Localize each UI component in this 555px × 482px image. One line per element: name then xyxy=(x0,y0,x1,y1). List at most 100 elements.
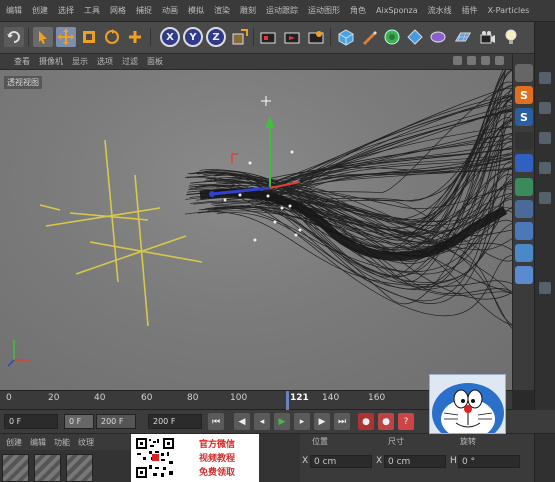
record-keys-icon[interactable]: ● xyxy=(358,413,374,430)
live-select-icon[interactable] xyxy=(33,27,53,47)
next-frame-icon[interactable]: ▸ xyxy=(294,413,310,430)
menu-x-particles[interactable]: X-Particles xyxy=(488,6,530,15)
palette-spline-s2-icon[interactable]: S xyxy=(515,108,533,126)
guide-splines xyxy=(39,139,203,327)
menu-snap[interactable]: 捕捉 xyxy=(136,5,152,16)
viewport-menu-cameras[interactable]: 摄像机 xyxy=(39,56,63,67)
material-thumbnail[interactable] xyxy=(66,454,93,482)
zoom-icon[interactable] xyxy=(481,56,490,65)
world-axis-indicator xyxy=(7,340,30,367)
viewport-menu-bar: 查看 摄像机 显示 选项 过滤 面板 xyxy=(0,54,512,70)
floor-object-icon[interactable] xyxy=(452,27,474,47)
tab-create[interactable]: 创建 xyxy=(6,437,22,448)
prev-frame-icon[interactable]: ◂ xyxy=(254,413,270,430)
rotate-tool-icon[interactable] xyxy=(102,27,122,47)
doraemon-overlay xyxy=(429,374,506,434)
palette-grid-icon[interactable] xyxy=(515,64,533,82)
tab-function[interactable]: 功能 xyxy=(54,437,70,448)
size-x-field[interactable]: 0 cm xyxy=(384,455,446,468)
side-icon-5[interactable] xyxy=(539,192,551,204)
menu-animate[interactable]: 动画 xyxy=(162,5,178,16)
render-picture-viewer-icon[interactable] xyxy=(282,27,302,47)
menu-create[interactable]: 创建 xyxy=(32,5,48,16)
menu-select[interactable]: 选择 xyxy=(58,5,74,16)
menu-render[interactable]: 渲染 xyxy=(214,5,230,16)
orbit-icon[interactable] xyxy=(467,56,476,65)
palette-hair-icon[interactable] xyxy=(515,154,533,172)
end-frame-field[interactable]: 200 F xyxy=(148,414,202,429)
prev-key-icon[interactable]: ◀ xyxy=(234,413,250,430)
scale-tool-icon[interactable] xyxy=(79,27,99,47)
go-to-end-icon[interactable]: ⏭ xyxy=(334,413,350,430)
palette-camera-icon[interactable] xyxy=(515,132,533,150)
menu-pipeline[interactable]: 流水线 xyxy=(428,5,452,16)
undo-icon[interactable] xyxy=(4,27,24,47)
move-tool-icon[interactable] xyxy=(56,27,76,47)
menu-mograph[interactable]: 运动图形 xyxy=(308,5,340,16)
palette-curl-icon[interactable] xyxy=(515,266,533,284)
rot-h-field[interactable]: 0 ° xyxy=(458,455,520,468)
subdivision-surface-icon[interactable] xyxy=(382,27,402,47)
menu-mesh[interactable]: 网格 xyxy=(110,5,126,16)
pan-icon[interactable] xyxy=(453,56,462,65)
maximize-icon[interactable] xyxy=(495,56,504,65)
side-icon-3[interactable] xyxy=(539,132,551,144)
side-icon-6[interactable] xyxy=(539,282,551,294)
side-icon-2[interactable] xyxy=(539,102,551,114)
menu-motion-tracking[interactable]: 运动跟踪 xyxy=(266,5,298,16)
add-tool-icon[interactable] xyxy=(125,27,145,47)
playhead-marker[interactable] xyxy=(286,391,289,411)
side-icon-1[interactable] xyxy=(539,72,551,84)
palette-brush-icon[interactable] xyxy=(515,200,533,218)
coordinate-system-icon[interactable] xyxy=(230,27,250,47)
light-icon[interactable] xyxy=(501,27,521,47)
auto-key-icon[interactable]: ● xyxy=(378,413,394,430)
viewport-menu-options[interactable]: 选项 xyxy=(97,56,113,67)
go-to-start-icon[interactable]: ⏮ xyxy=(208,413,224,430)
viewport-menu-display[interactable]: 显示 xyxy=(72,56,88,67)
pos-x-field[interactable]: 0 cm xyxy=(310,455,372,468)
viewport-menu-view[interactable]: 查看 xyxy=(14,56,30,67)
menu-character[interactable]: 角色 xyxy=(350,5,366,16)
material-thumbnail[interactable] xyxy=(34,454,61,482)
array-object-icon[interactable] xyxy=(405,27,425,47)
size-x-label: X xyxy=(376,456,383,466)
promo-line-3: 免费领取 xyxy=(199,468,236,478)
palette-cut-icon[interactable] xyxy=(515,244,533,262)
deformer-icon[interactable] xyxy=(428,27,448,47)
coordinates-manager: 位置 尺寸 旋转 X 0 cm X 0 cm H 0 ° xyxy=(300,434,534,482)
menu-edit[interactable]: 编辑 xyxy=(6,5,22,16)
viewport-menu-panel[interactable]: 面板 xyxy=(147,56,163,67)
pen-spline-icon[interactable] xyxy=(359,27,379,47)
range-start-slider[interactable]: 0 F xyxy=(64,414,94,429)
render-view-icon[interactable] xyxy=(258,27,278,47)
keyframe-selection-icon[interactable]: ? xyxy=(398,413,414,430)
material-thumbnail[interactable] xyxy=(2,454,29,482)
tab-edit[interactable]: 编辑 xyxy=(30,437,46,448)
menu-aixsponza[interactable]: AixSponza xyxy=(376,6,418,15)
z-axis-button[interactable]: Z xyxy=(206,27,226,47)
menu-simulate[interactable]: 模拟 xyxy=(188,5,204,16)
palette-guide-icon[interactable] xyxy=(515,178,533,196)
current-frame-readout: 121 xyxy=(290,393,309,403)
render-settings-icon[interactable] xyxy=(306,27,326,47)
menu-plugins[interactable]: 插件 xyxy=(462,5,478,16)
tab-texture[interactable]: 纹理 xyxy=(78,437,94,448)
palette-comb-icon[interactable] xyxy=(515,222,533,240)
current-frame-field[interactable]: 0 F xyxy=(4,414,58,429)
y-axis-button[interactable]: Y xyxy=(183,27,203,47)
perspective-viewport[interactable]: 透视视图 xyxy=(0,70,512,390)
palette-spline-s-icon[interactable]: S xyxy=(515,86,533,104)
range-end-slider[interactable]: 200 F xyxy=(96,414,136,429)
tick-label: 20 xyxy=(48,393,60,403)
menu-tools[interactable]: 工具 xyxy=(84,5,100,16)
x-axis-button[interactable]: X xyxy=(160,27,180,47)
viewport-menu-filter[interactable]: 过滤 xyxy=(122,56,138,67)
camera-icon[interactable] xyxy=(478,27,498,47)
cube-object-icon[interactable] xyxy=(336,27,356,47)
right-tool-palette: S S xyxy=(512,54,534,390)
play-icon[interactable]: ▶ xyxy=(274,413,290,430)
side-icon-4[interactable] xyxy=(539,162,551,174)
menu-sculpt[interactable]: 雕刻 xyxy=(240,5,256,16)
next-key-icon[interactable]: ▶ xyxy=(314,413,330,430)
